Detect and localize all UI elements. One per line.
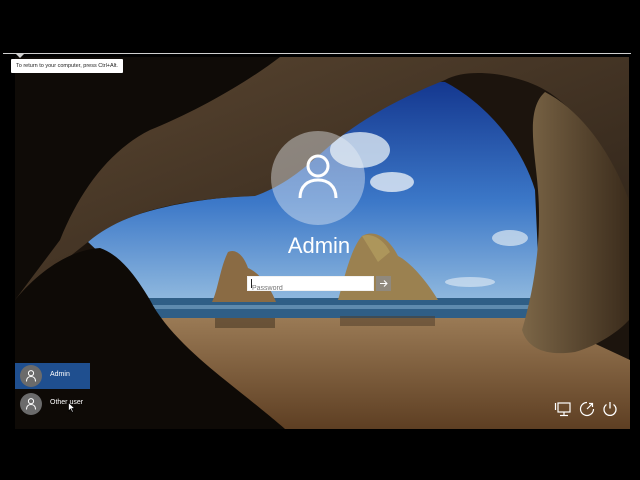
power-button[interactable] xyxy=(601,400,619,418)
text-caret xyxy=(251,279,252,288)
ease-of-access-button[interactable] xyxy=(578,400,596,418)
network-icon xyxy=(554,402,571,417)
user-icon xyxy=(26,370,36,382)
password-input[interactable] xyxy=(248,282,372,295)
avatar xyxy=(20,393,42,415)
user-picture xyxy=(271,131,365,225)
arrow-right-icon xyxy=(380,280,388,287)
user-tile-label: Admin xyxy=(50,371,70,378)
password-field-container[interactable] xyxy=(247,276,374,295)
user-tile-other-user[interactable]: Other user xyxy=(15,391,90,417)
user-tile-admin[interactable]: Admin xyxy=(15,363,90,389)
ease-of-access-icon xyxy=(579,401,595,417)
submit-button[interactable] xyxy=(376,276,391,291)
mouse-cursor-icon xyxy=(68,402,76,413)
vm-release-tooltip: To return to your computer, press Ctrl+A… xyxy=(11,59,123,73)
user-silhouette-icon xyxy=(298,154,338,199)
user-tile-label: Other user xyxy=(50,399,84,406)
power-icon xyxy=(603,402,617,416)
vm-console-bar xyxy=(3,53,631,54)
network-button[interactable] xyxy=(554,400,572,418)
vm-tooltip-pointer xyxy=(16,54,24,58)
username-label: Admin xyxy=(287,233,351,258)
user-icon xyxy=(26,398,36,410)
avatar xyxy=(20,365,42,387)
